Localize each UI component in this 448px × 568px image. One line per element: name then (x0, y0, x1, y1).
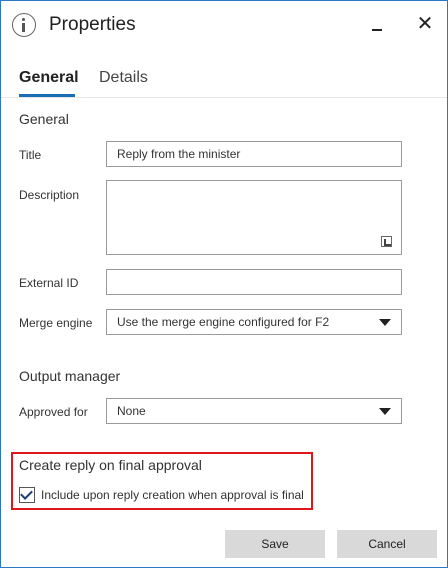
merge-engine-select[interactable]: Use the merge engine configured for F2 (106, 309, 402, 335)
cancel-button[interactable]: Cancel (337, 530, 437, 558)
title-label: Title (19, 148, 42, 162)
external-id-input[interactable] (106, 269, 402, 295)
info-icon (12, 13, 36, 37)
chevron-down-icon (379, 319, 391, 326)
close-icon: ✕ (416, 13, 434, 35)
tab-divider (1, 97, 447, 98)
properties-dialog: Properties ✕ General Details General Tit… (0, 0, 448, 568)
include-reply-checkbox[interactable] (19, 487, 35, 503)
tab-details[interactable]: Details (99, 69, 148, 87)
title-input-value: Reply from the minister (117, 147, 241, 161)
minimize-icon (372, 29, 382, 31)
dialog-title: Properties (49, 14, 136, 35)
save-button[interactable]: Save (225, 530, 325, 558)
approved-for-select[interactable]: None (106, 398, 402, 424)
external-id-label: External ID (19, 276, 79, 290)
include-reply-checkbox-label[interactable]: Include upon reply creation when approva… (41, 488, 304, 502)
approved-for-value: None (117, 404, 146, 418)
reply-section-heading: Create reply on final approval (19, 457, 202, 473)
tab-general[interactable]: General (19, 69, 79, 87)
chevron-down-icon (379, 408, 391, 415)
merge-engine-value: Use the merge engine configured for F2 (117, 315, 330, 329)
close-button[interactable]: ✕ (415, 13, 435, 35)
expand-icon[interactable] (381, 236, 392, 247)
merge-engine-label: Merge engine (19, 316, 93, 330)
description-textarea[interactable] (106, 180, 402, 255)
description-label: Description (19, 188, 80, 202)
output-section-heading: Output manager (19, 368, 121, 384)
checkmark-icon (20, 487, 33, 500)
minimize-button[interactable] (367, 15, 387, 35)
title-input[interactable]: Reply from the minister (106, 141, 402, 167)
general-section-heading: General (19, 111, 69, 127)
title-bar: Properties ✕ (1, 1, 447, 49)
approved-for-label: Approved for (19, 405, 88, 419)
